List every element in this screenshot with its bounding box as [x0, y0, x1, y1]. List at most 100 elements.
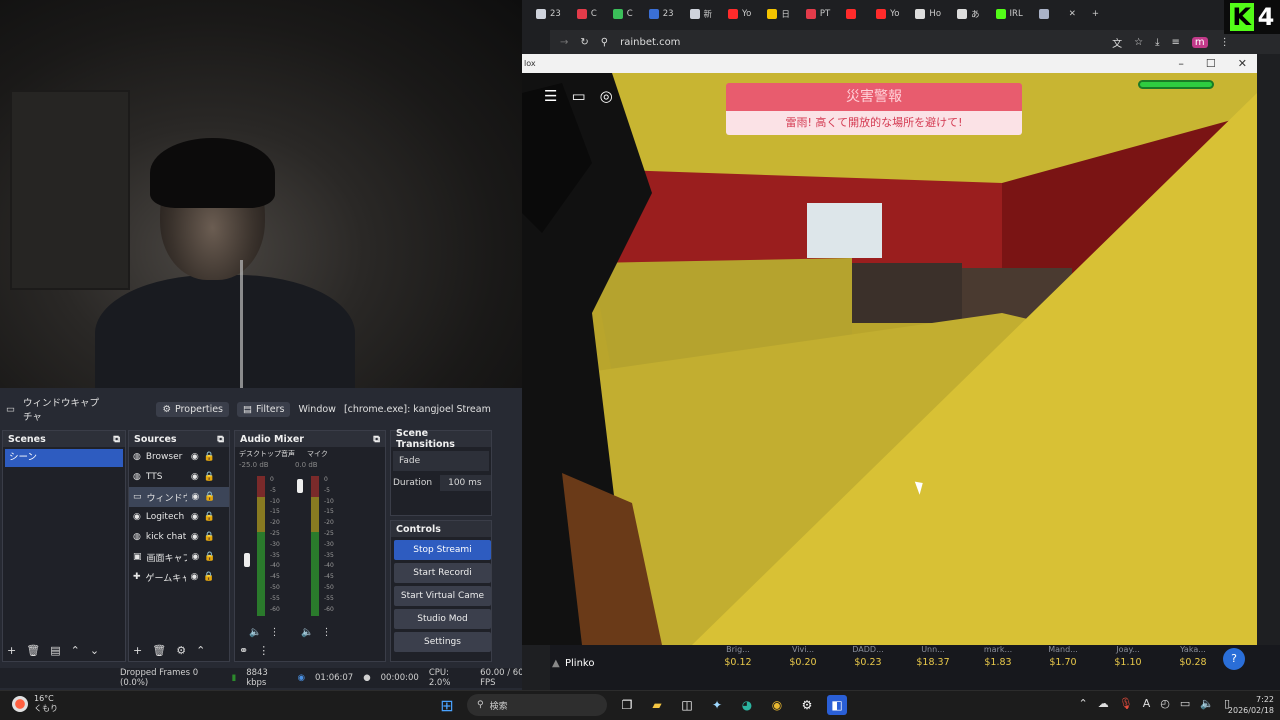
browser-tab[interactable]: Yo — [870, 3, 905, 25]
chevron-up-icon[interactable]: ⌃ — [196, 644, 205, 657]
desktop-volume-slider[interactable] — [244, 553, 250, 567]
browser-tab[interactable]: 新 — [684, 3, 719, 25]
more-icon[interactable]: ⋮ — [269, 627, 279, 638]
trash-icon[interactable]: 🗑 — [152, 644, 166, 657]
eye-icon[interactable]: ◉ — [191, 572, 199, 582]
duration-input[interactable]: 100 ms — [440, 475, 491, 491]
start-recording-button[interactable]: Start Recordi — [394, 563, 491, 583]
menu-icon[interactable]: ≡ — [1172, 37, 1180, 48]
edge-icon[interactable]: ◕ — [737, 695, 757, 715]
lock-icon[interactable]: 🔒 — [203, 572, 214, 582]
browser-tab[interactable] — [840, 3, 866, 25]
input-method-icon[interactable]: A — [1143, 697, 1151, 710]
task-view-icon[interactable]: ❐ — [617, 695, 637, 715]
window-select[interactable]: [chrome.exe]: kangjoel Stream - Watch Li… — [344, 404, 492, 415]
dock-menu-icon[interactable]: ⧉ — [373, 434, 380, 445]
lock-icon[interactable]: 🔒 — [204, 552, 215, 562]
clock-app-icon[interactable]: ◴ — [1160, 697, 1170, 710]
eye-icon[interactable]: ◉ — [191, 532, 199, 542]
eye-icon[interactable]: ◉ — [191, 512, 199, 522]
trash-icon[interactable]: 🗑 — [26, 644, 40, 657]
browser-tab[interactable]: Yo — [722, 3, 757, 25]
properties-button[interactable]: ⚙ Properties — [156, 401, 230, 417]
network-icon[interactable]: ▭ — [1180, 697, 1190, 710]
add-icon[interactable]: + — [133, 644, 142, 657]
more-icon[interactable]: ⋮ — [321, 627, 331, 638]
maximize-icon[interactable]: ☐ — [1206, 54, 1216, 73]
chevron-down-icon[interactable]: ⌄ — [90, 644, 99, 657]
dock-menu-icon[interactable]: ⧉ — [113, 434, 120, 445]
file-explorer-icon[interactable]: ▰ — [647, 695, 667, 715]
chrome-icon[interactable]: ◉ — [767, 695, 787, 715]
browser-tab[interactable]: C — [571, 3, 603, 25]
lock-icon[interactable]: 🔒 — [204, 532, 215, 542]
active-app-icon[interactable]: ◧ — [827, 695, 847, 715]
lock-icon[interactable]: 🔒 — [204, 512, 215, 522]
browser-tab[interactable]: C — [607, 3, 639, 25]
lock-icon[interactable]: 🔒 — [204, 452, 215, 462]
source-item[interactable]: ▭ ウィンドウキ ◉ 🔒 — [129, 487, 229, 507]
url-field[interactable]: rainbet.com — [620, 37, 1100, 48]
store-icon[interactable]: ◫ — [677, 695, 697, 715]
stop-streaming-button[interactable]: Stop Streami — [394, 540, 491, 560]
more-icon[interactable]: ⋮ — [258, 644, 269, 657]
close-tab-icon[interactable]: ✕ — [1063, 3, 1082, 25]
gear-icon[interactable]: ⚙ — [176, 644, 186, 657]
source-item[interactable]: ◍ Browser ◉ 🔒 — [129, 447, 229, 467]
minimize-icon[interactable]: – — [1178, 54, 1184, 73]
source-item[interactable]: ◍ TTS ◉ 🔒 — [129, 467, 229, 487]
browser-tab[interactable] — [1033, 3, 1059, 25]
link-icon[interactable]: ⚭ — [239, 644, 248, 657]
browser-tab[interactable]: あ — [951, 3, 986, 25]
browser-tab[interactable]: IRL — [990, 3, 1029, 25]
scene-item[interactable]: シーン — [5, 449, 123, 467]
taskbar-clock[interactable]: 7:22 2026/02/18 — [1228, 694, 1274, 716]
copilot-icon[interactable]: ✦ — [707, 695, 727, 715]
star-icon[interactable]: ☆ — [1134, 37, 1143, 48]
site-info-icon[interactable]: ⚲ — [601, 37, 608, 48]
taskbar-search[interactable]: ⚲ 検索 — [467, 694, 607, 716]
cloud-icon[interactable]: ☁ — [1098, 697, 1109, 710]
chat-icon[interactable]: ▭ — [571, 87, 585, 105]
lock-icon[interactable]: 🔒 — [204, 492, 215, 502]
hamburger-menu-icon[interactable]: ☰ — [544, 87, 557, 105]
filter-icon[interactable]: ▤ — [50, 644, 60, 657]
source-item[interactable]: ◍ kick chat ◉ 🔒 — [129, 527, 229, 547]
speaker-icon[interactable]: 🔈 — [301, 627, 313, 638]
settings-button[interactable]: Settings — [394, 632, 491, 652]
browser-tab[interactable]: 23 — [530, 3, 567, 25]
browser-tab[interactable]: Ho — [909, 3, 947, 25]
mic-icon[interactable]: 🎙 — [1119, 697, 1133, 710]
download-icon[interactable]: ⤓ — [1155, 37, 1159, 48]
eye-icon[interactable]: ◉ — [191, 452, 199, 462]
gear-app-icon[interactable]: ⚙ — [797, 695, 817, 715]
source-item[interactable]: ◉ Logitech C ◉ 🔒 — [129, 507, 229, 527]
eye-hidden-icon[interactable]: ◉ — [192, 492, 200, 502]
more-icon[interactable]: ⋮ — [1220, 37, 1230, 48]
chevron-up-icon[interactable]: ⌃ — [1079, 697, 1088, 710]
browser-tab[interactable]: 日 — [761, 3, 796, 25]
new-tab-icon[interactable]: + — [1086, 3, 1105, 25]
source-item[interactable]: ▣ 画面キャプ ◉ 🔒 — [129, 547, 229, 567]
close-icon[interactable]: ✕ — [1238, 54, 1247, 73]
filters-button[interactable]: ▤ Filters — [237, 401, 291, 417]
lock-icon[interactable]: 🔒 — [204, 472, 215, 482]
mic-volume-slider[interactable] — [297, 479, 303, 493]
add-icon[interactable]: + — [7, 644, 16, 657]
studio-mode-button[interactable]: Studio Mod — [394, 609, 491, 629]
headset-icon[interactable]: ◎ — [600, 87, 613, 105]
volume-icon[interactable]: 🔈 — [1200, 697, 1214, 710]
speaker-icon[interactable]: 🔈 — [249, 627, 261, 638]
eye-icon[interactable]: ◉ — [192, 552, 200, 562]
transition-select[interactable]: Fade — [393, 451, 489, 471]
support-chat-icon[interactable]: ? — [1223, 648, 1245, 670]
chevron-up-icon[interactable]: ⌃ — [71, 644, 80, 657]
eye-icon[interactable]: ◉ — [191, 472, 199, 482]
dock-menu-icon[interactable]: ⧉ — [217, 434, 224, 445]
windows-start-icon[interactable]: ⊞ — [437, 695, 457, 715]
source-item[interactable]: ✚ ゲームキャプ ◉ 🔒 — [129, 567, 229, 587]
start-virtual-camera-button[interactable]: Start Virtual Came — [394, 586, 491, 606]
reload-icon[interactable]: ↻ — [580, 37, 588, 48]
browser-tab[interactable]: 23 — [643, 3, 680, 25]
browser-tab[interactable]: PT — [800, 3, 836, 25]
